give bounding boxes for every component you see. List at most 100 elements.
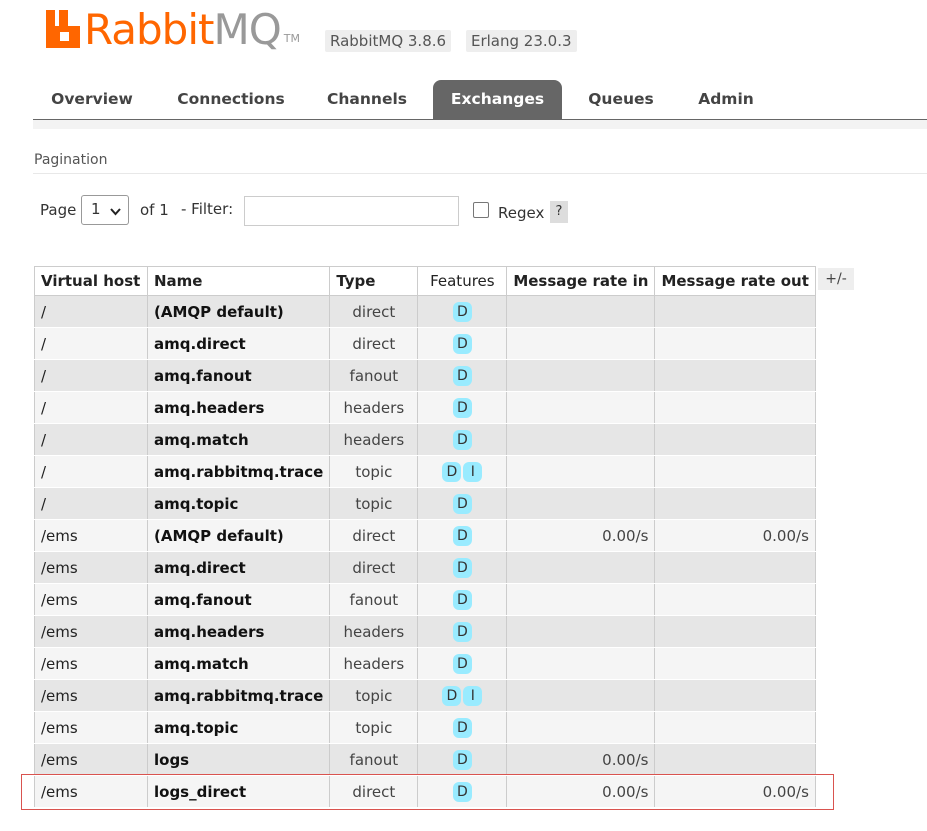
rabbitmq-version-badge: RabbitMQ 3.8.6 [325, 30, 452, 52]
cell-virtual-host: /ems [34, 711, 148, 744]
feature-badge: I [463, 461, 483, 482]
cell-message-rate-out [654, 327, 816, 360]
feature-badge: D [452, 557, 472, 578]
table-row: /ems (AMQP default) direct D 0.00/s 0.00/s [34, 519, 816, 552]
page-count-label: of 1 [140, 201, 169, 219]
feature-badge: D [452, 493, 472, 514]
table-row: /ems amq.direct direct D [34, 551, 816, 584]
cell-exchange-name-link[interactable]: amq.fanout [146, 583, 331, 616]
filter-input[interactable] [244, 196, 459, 226]
table-row: / amq.topic topic D [34, 487, 816, 520]
cell-exchange-name-link[interactable]: (AMQP default) [146, 295, 331, 328]
column-header-message-rate-out[interactable]: Message rate out [654, 266, 816, 296]
cell-type: direct [329, 519, 419, 552]
cell-type: topic [329, 679, 419, 712]
table-row: /ems logs fanout D 0.00/s [34, 743, 816, 776]
column-header-name[interactable]: Name [146, 266, 331, 296]
tab-exchanges[interactable]: Exchanges [433, 80, 562, 119]
regex-checkbox[interactable] [473, 202, 489, 218]
cell-message-rate-in [506, 295, 656, 328]
cell-message-rate-out [654, 295, 816, 328]
chevron-down-icon [110, 202, 121, 220]
cell-type: headers [329, 647, 419, 680]
cell-message-rate-out [654, 455, 816, 488]
cell-message-rate-out [654, 423, 816, 456]
feature-badge: D [452, 365, 472, 386]
column-header-message-rate-in[interactable]: Message rate in [506, 266, 656, 296]
cell-exchange-name-link[interactable]: logs_direct [146, 775, 331, 808]
cell-virtual-host: / [34, 423, 148, 456]
cell-type: fanout [329, 743, 419, 776]
page-label: Page [40, 201, 77, 219]
feature-badge: D [452, 717, 472, 738]
cell-type: fanout [329, 583, 419, 616]
table-row: /ems logs_direct direct D 0.00/s 0.00/s [34, 775, 816, 808]
collapsed-section-strip [33, 120, 927, 129]
cell-exchange-name-link[interactable]: (AMQP default) [146, 519, 331, 552]
cell-type: fanout [329, 359, 419, 392]
cell-features: D [417, 519, 508, 552]
table-row: / (AMQP default) direct D [34, 295, 816, 328]
table-row: / amq.headers headers D [34, 391, 816, 424]
cell-exchange-name-link[interactable]: amq.match [146, 647, 331, 680]
rabbitmq-logo[interactable]: Rabbit MQ TM [46, 8, 300, 52]
cell-exchange-name-link[interactable]: amq.topic [146, 487, 331, 520]
cell-virtual-host: /ems [34, 743, 148, 776]
column-header-type[interactable]: Type [329, 266, 419, 296]
cell-message-rate-in [506, 327, 656, 360]
cell-features: D [417, 775, 508, 808]
cell-exchange-name-link[interactable]: logs [146, 743, 331, 776]
logo-trademark: TM [283, 32, 300, 45]
cell-type: topic [329, 711, 419, 744]
cell-message-rate-in [506, 423, 656, 456]
cell-features: D [417, 391, 508, 424]
column-toggle-button[interactable]: +/- [818, 268, 854, 290]
cell-features: DI [417, 455, 508, 488]
table-row: /ems amq.headers headers D [34, 615, 816, 648]
cell-features: D [417, 359, 508, 392]
cell-exchange-name-link[interactable]: amq.rabbitmq.trace [146, 455, 331, 488]
cell-exchange-name-link[interactable]: amq.match [146, 423, 331, 456]
tab-overview[interactable]: Overview [33, 80, 151, 119]
cell-exchange-name-link[interactable]: amq.direct [146, 551, 331, 584]
cell-message-rate-in [506, 391, 656, 424]
tab-connections[interactable]: Connections [167, 80, 295, 119]
cell-message-rate-in [506, 679, 656, 712]
cell-virtual-host: /ems [34, 647, 148, 680]
cell-message-rate-out: 0.00/s [654, 775, 816, 808]
tab-queues[interactable]: Queues [575, 80, 667, 119]
cell-features: D [417, 487, 508, 520]
table-row: /ems amq.rabbitmq.trace topic D I [34, 679, 816, 712]
cell-virtual-host: /ems [34, 679, 148, 712]
table-row: / amq.match headers D [34, 423, 816, 456]
table-row: /ems amq.topic topic D [34, 711, 816, 744]
feature-badge: I [463, 685, 483, 706]
rabbit-logo-icon [46, 10, 80, 48]
cell-message-rate-in: 0.00/s [506, 775, 656, 808]
feature-badge: D [452, 653, 472, 674]
cell-features: D [417, 327, 508, 360]
cell-exchange-name-link[interactable]: amq.rabbitmq.trace [146, 679, 331, 712]
pagination-title[interactable]: Pagination [34, 152, 107, 168]
cell-type: direct [329, 327, 419, 360]
cell-exchange-name-link[interactable]: amq.headers [146, 615, 331, 648]
column-header-virtual-host[interactable]: Virtual host [34, 266, 148, 296]
cell-exchange-name-link[interactable]: amq.topic [146, 711, 331, 744]
feature-badge: D [452, 429, 472, 450]
header: Rabbit MQ TM RabbitMQ 3.8.6 Erlang 23.0.3 [0, 0, 927, 70]
cell-exchange-name-link[interactable]: amq.direct [146, 327, 331, 360]
page-select[interactable]: 1 [81, 195, 129, 225]
tab-channels[interactable]: Channels [315, 80, 419, 119]
filter-label: - Filter: [181, 200, 234, 218]
cell-type: headers [329, 423, 419, 456]
tab-admin[interactable]: Admin [683, 80, 769, 119]
regex-help-button[interactable]: ? [550, 201, 568, 223]
feature-badge: D [452, 781, 472, 802]
cell-exchange-name-link[interactable]: amq.headers [146, 391, 331, 424]
feature-badge: D [452, 749, 472, 770]
cell-exchange-name-link[interactable]: amq.fanout [146, 359, 331, 392]
feature-badge: D [452, 333, 472, 354]
cell-type: headers [329, 615, 419, 648]
cell-virtual-host: /ems [34, 615, 148, 648]
cell-type: headers [329, 391, 419, 424]
